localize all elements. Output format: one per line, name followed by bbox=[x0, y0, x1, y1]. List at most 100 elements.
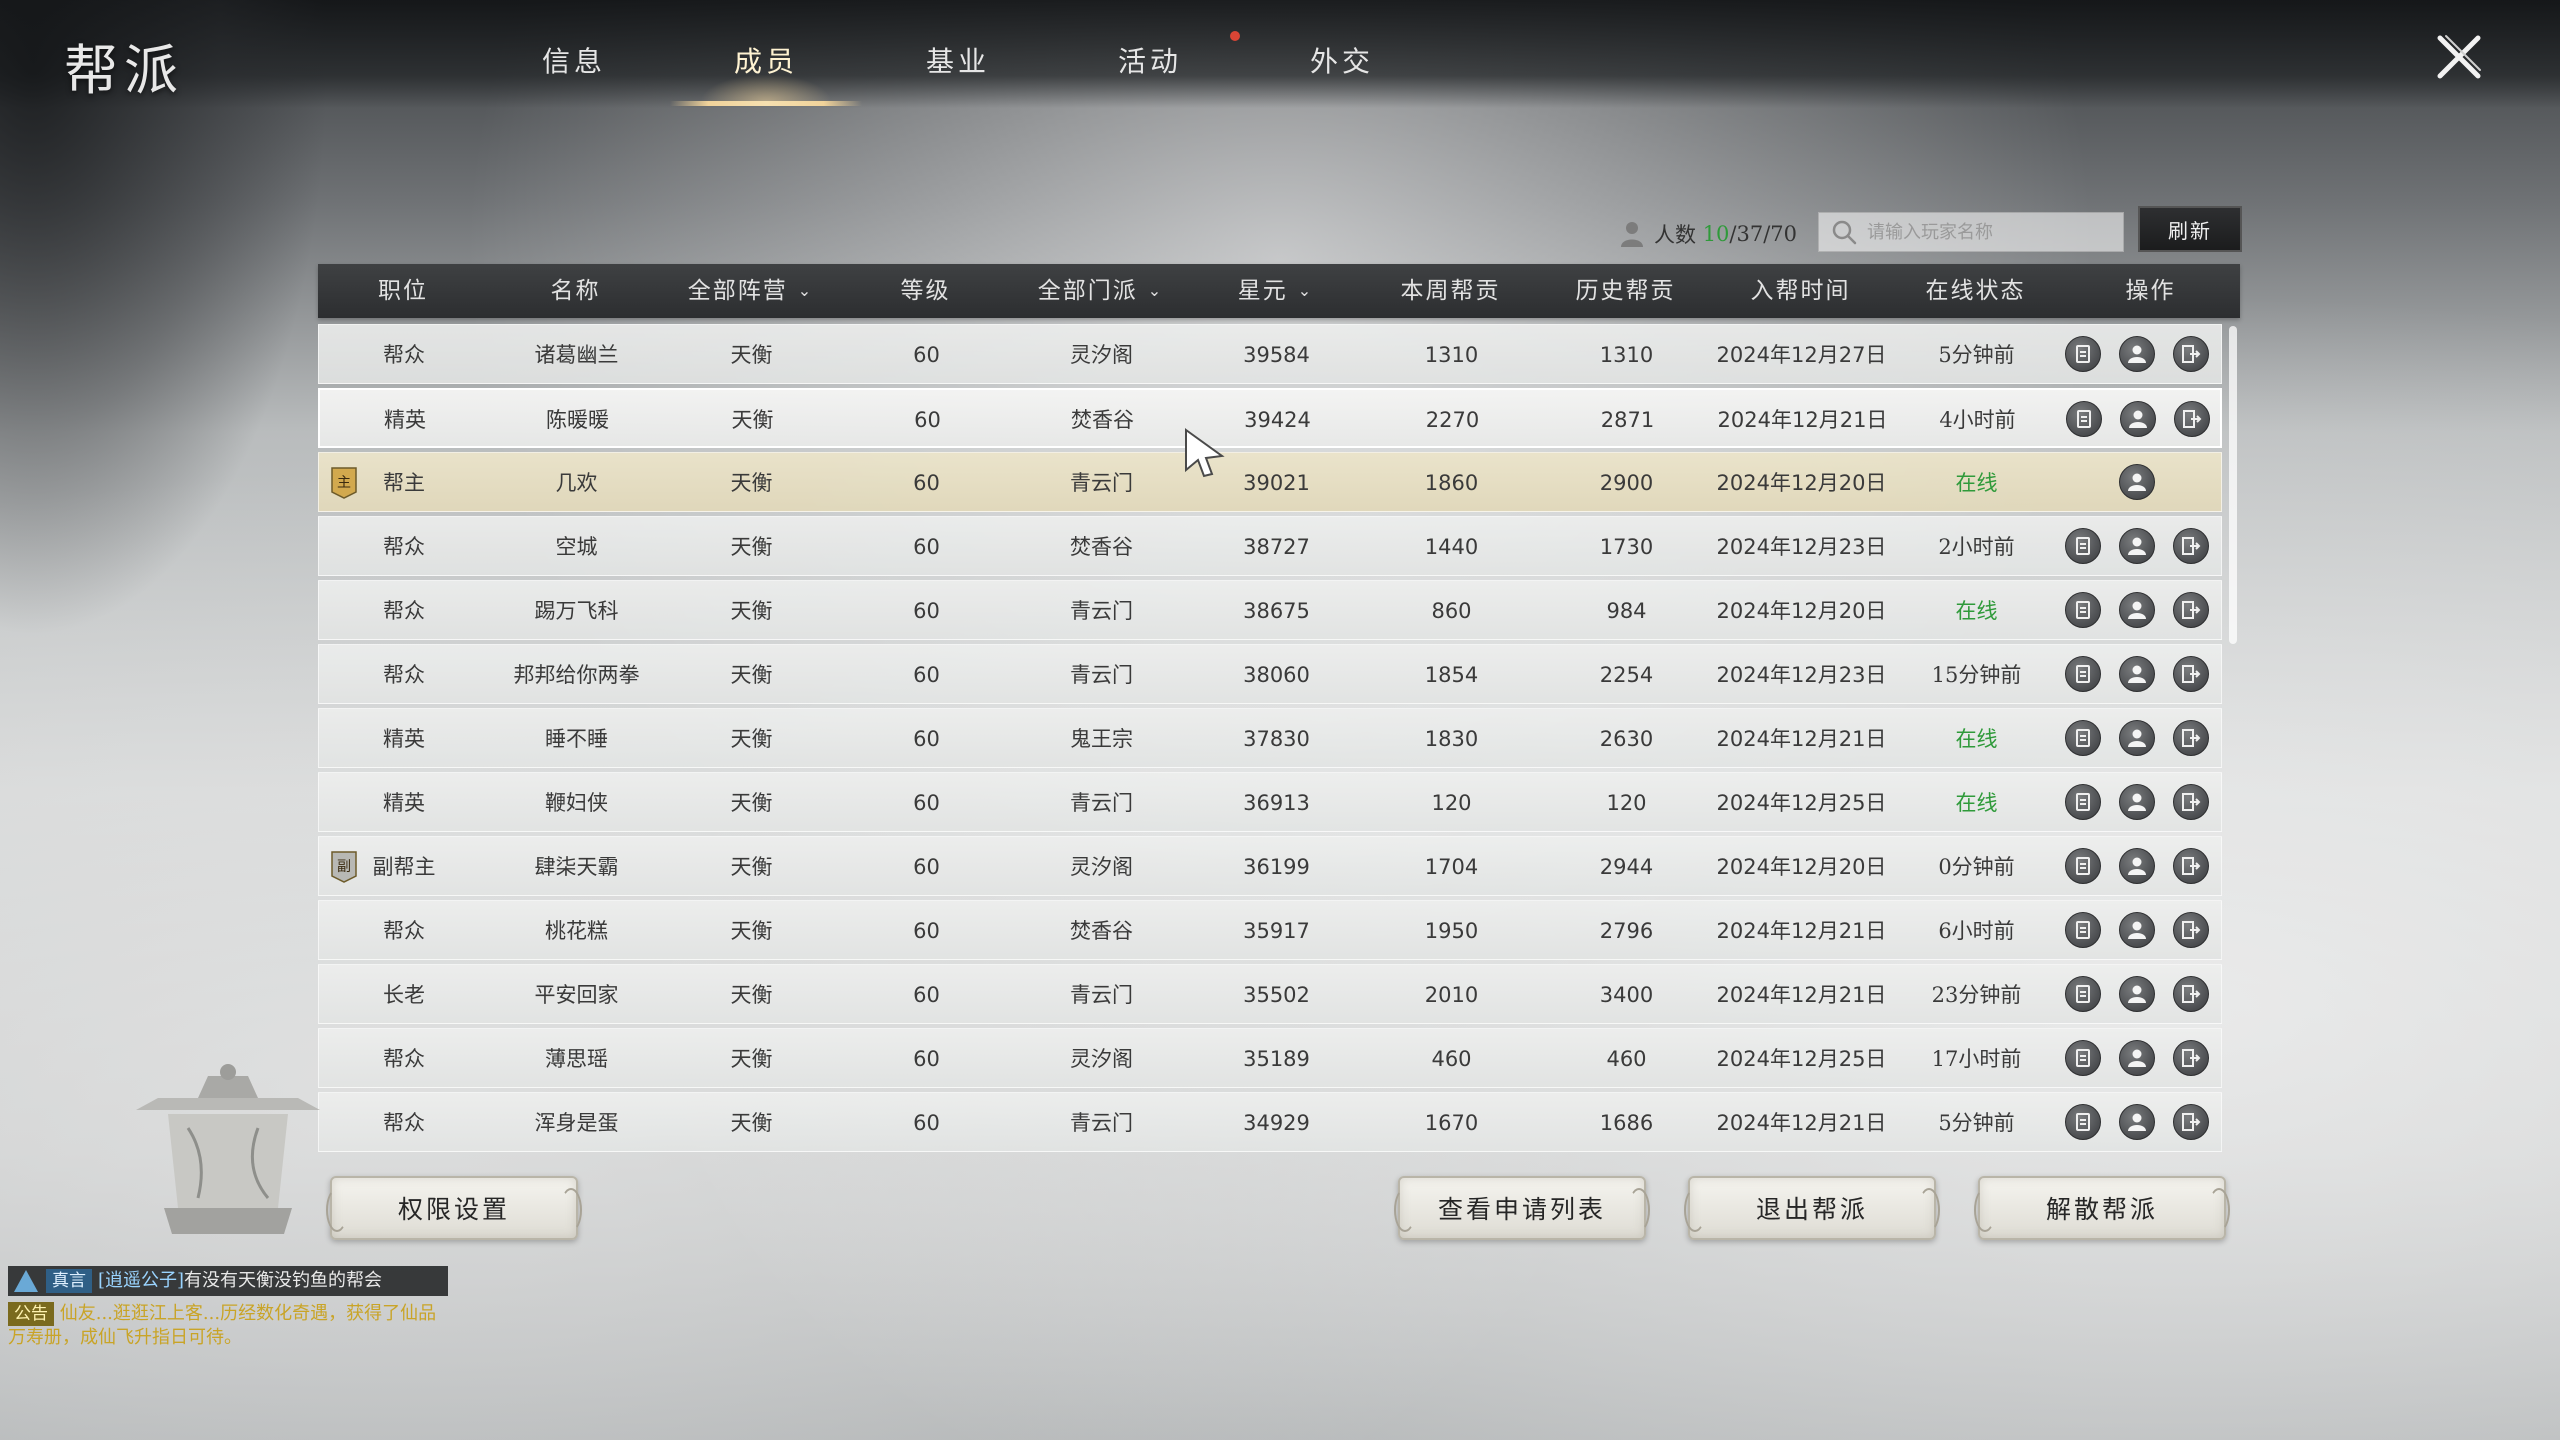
cell-sect: 青云门 bbox=[1070, 599, 1133, 623]
table-row[interactable]: 帮众 薄思瑶 天衡 60 灵汐阁 35189 460 460 2024年12月25日 17小时前 bbox=[318, 1028, 2222, 1088]
kick-button[interactable] bbox=[2173, 1104, 2209, 1140]
appoint-button[interactable] bbox=[2065, 976, 2101, 1012]
cell-sect: 青云门 bbox=[1070, 983, 1133, 1007]
cell-weekly-contribution: 1854 bbox=[1424, 663, 1479, 687]
appoint-button[interactable] bbox=[2065, 592, 2101, 628]
table-row[interactable]: 长老 平安回家 天衡 60 青云门 35502 2010 3400 2024年12月21日 23分… bbox=[318, 964, 2222, 1024]
appoint-button[interactable] bbox=[2065, 528, 2101, 564]
cell-total-contribution: 460 bbox=[1606, 1047, 1647, 1071]
kick-button[interactable] bbox=[2173, 848, 2209, 884]
badge-label: 副 bbox=[337, 859, 351, 875]
star-sort[interactable]: 星元 ⌄ bbox=[1188, 264, 1363, 318]
player-info-button[interactable] bbox=[2119, 592, 2155, 628]
table-row[interactable]: 帮众 邦邦给你两拳 天衡 60 青云门 38060 1854 2254 2024年12月23日 1… bbox=[318, 644, 2222, 704]
search-input[interactable] bbox=[1865, 220, 2119, 244]
table-row[interactable]: 帮众 桃花糕 天衡 60 焚香谷 35917 1950 2796 2024年12月21日 6小时前 bbox=[318, 900, 2222, 960]
disband-guild-button[interactable]: 解散帮派 bbox=[1974, 1176, 2230, 1240]
kick-button[interactable] bbox=[2173, 592, 2209, 628]
kick-button[interactable] bbox=[2173, 976, 2209, 1012]
appoint-icon bbox=[2076, 793, 2090, 811]
kick-button[interactable] bbox=[2174, 401, 2210, 437]
table-row[interactable]: 精英 鞭妇侠 天衡 60 青云门 36913 120 120 2024年12月25日 在线 bbox=[318, 772, 2222, 832]
kick-button[interactable] bbox=[2173, 784, 2209, 820]
kick-button[interactable] bbox=[2173, 720, 2209, 756]
appoint-button[interactable] bbox=[2065, 336, 2101, 372]
table-row[interactable]: 精英 睡不睡 天衡 60 鬼王宗 37830 1830 2630 2024年12月21日 在线 bbox=[318, 708, 2222, 768]
column-header-label: 名称 bbox=[550, 278, 601, 304]
permissions-button[interactable]: 权限设置 bbox=[326, 1176, 582, 1240]
tab-info[interactable]: 信息 bbox=[478, 40, 670, 106]
appoint-button[interactable] bbox=[2065, 656, 2101, 692]
search-box[interactable] bbox=[1818, 212, 2124, 252]
kick-button[interactable] bbox=[2173, 528, 2209, 564]
person-icon bbox=[2128, 729, 2146, 747]
cell-star: 39424 bbox=[1244, 408, 1311, 432]
cell-camp: 天衡 bbox=[730, 1111, 773, 1135]
appoint-button[interactable] bbox=[2066, 401, 2102, 437]
cell-star: 38675 bbox=[1243, 599, 1310, 623]
chat-speaker[interactable]: [逍遥公子] bbox=[98, 1269, 184, 1293]
player-info-button[interactable] bbox=[2119, 464, 2155, 500]
player-info-button[interactable] bbox=[2119, 912, 2155, 948]
kick-button[interactable] bbox=[2173, 656, 2209, 692]
cell-camp: 天衡 bbox=[730, 791, 773, 815]
chat-text: 有没有天衡没钓鱼的帮会 bbox=[184, 1270, 383, 1291]
tab-activity[interactable]: 活动 bbox=[1054, 40, 1246, 106]
cell-level: 60 bbox=[913, 535, 940, 559]
player-info-button[interactable] bbox=[2119, 528, 2155, 564]
cell-join-date: 2024年12月21日 bbox=[1716, 983, 1887, 1007]
page-title: 帮派 bbox=[64, 39, 184, 102]
tab-members[interactable]: 成员 bbox=[670, 40, 862, 106]
appoint-button[interactable] bbox=[2065, 1040, 2101, 1076]
player-info-button[interactable] bbox=[2119, 848, 2155, 884]
scrollbar[interactable] bbox=[2229, 326, 2237, 644]
table-row[interactable]: 帮众 浑身是蛋 天衡 60 青云门 34929 1670 1686 2024年12月21日 5分钟… bbox=[318, 1092, 2222, 1152]
appoint-button[interactable] bbox=[2065, 1104, 2101, 1140]
refresh-button[interactable]: 刷新 bbox=[2138, 206, 2242, 252]
appoint-button[interactable] bbox=[2065, 912, 2101, 948]
appoint-button[interactable] bbox=[2065, 784, 2101, 820]
cell-sect: 灵汐阁 bbox=[1070, 343, 1133, 367]
table-row[interactable]: 帮众 诸葛幽兰 天衡 60 灵汐阁 39584 1310 1310 2024年12月27日 5分钟… bbox=[318, 324, 2222, 384]
cell-rank: 帮众 bbox=[383, 535, 425, 559]
player-info-button[interactable] bbox=[2119, 1040, 2155, 1076]
kick-button[interactable] bbox=[2173, 912, 2209, 948]
column-header-actions: 操作 bbox=[2063, 264, 2238, 318]
player-info-button[interactable] bbox=[2119, 976, 2155, 1012]
cell-name: 几欢 bbox=[555, 471, 598, 495]
player-info-button[interactable] bbox=[2119, 784, 2155, 820]
player-info-button[interactable] bbox=[2119, 720, 2155, 756]
chat-box[interactable]: 真言 [逍遥公子] 有没有天衡没钓鱼的帮会 公告 仙友...逛逛江上客...历经数化… bbox=[8, 1266, 456, 1360]
table-row[interactable]: 帮众 踢万飞科 天衡 60 青云门 38675 860 984 2024年12月20日 在线 bbox=[318, 580, 2222, 640]
appoint-button[interactable] bbox=[2065, 848, 2101, 884]
appoint-icon bbox=[2076, 1049, 2090, 1067]
member-count: 人数 10/37/70 bbox=[1620, 214, 1797, 254]
close-button[interactable] bbox=[2432, 30, 2486, 84]
table-row[interactable]: 精英 陈暖暖 天衡 60 焚香谷 39424 2270 2871 2024年12月21日 4小时前 bbox=[318, 388, 2222, 448]
kick-icon bbox=[2182, 729, 2201, 747]
kick-button[interactable] bbox=[2173, 1040, 2209, 1076]
sect-filter[interactable]: 全部门派 ⌄ bbox=[1013, 264, 1188, 318]
player-info-button[interactable] bbox=[2119, 1104, 2155, 1140]
cell-total-contribution: 3400 bbox=[1599, 983, 1654, 1007]
cell-total-contribution: 2630 bbox=[1599, 727, 1654, 751]
cell-star: 35917 bbox=[1243, 919, 1310, 943]
appoint-button[interactable] bbox=[2065, 720, 2101, 756]
tab-label: 基业 bbox=[925, 45, 990, 78]
tab-diplomacy[interactable]: 外交 bbox=[1246, 40, 1438, 106]
cell-name: 诸葛幽兰 bbox=[534, 343, 619, 367]
kick-button[interactable] bbox=[2173, 336, 2209, 372]
appoint-icon bbox=[2076, 985, 2090, 1003]
table-row[interactable]: 帮主 几欢 天衡 60 青云门 39021 1860 2900 2024年12月20日 在线主 bbox=[318, 452, 2222, 512]
player-info-button[interactable] bbox=[2119, 656, 2155, 692]
tab-estate[interactable]: 基业 bbox=[862, 40, 1054, 106]
player-info-button[interactable] bbox=[2119, 336, 2155, 372]
player-info-button[interactable] bbox=[2120, 401, 2156, 437]
leave-guild-button[interactable]: 退出帮派 bbox=[1684, 1176, 1940, 1240]
table-row[interactable]: 副帮主 肆柒天霸 天衡 60 灵汐阁 36199 1704 2944 2024年12月20日 0分… bbox=[318, 836, 2222, 896]
column-header-rank: 职位 bbox=[318, 264, 488, 318]
table-row[interactable]: 帮众 空城 天衡 60 焚香谷 38727 1440 1730 2024年12月23日 2小时前 bbox=[318, 516, 2222, 576]
view-applications-button[interactable]: 查看申请列表 bbox=[1394, 1176, 1650, 1240]
cell-weekly-contribution: 1860 bbox=[1424, 471, 1479, 495]
camp-filter[interactable]: 全部阵营 ⌄ bbox=[663, 264, 838, 318]
